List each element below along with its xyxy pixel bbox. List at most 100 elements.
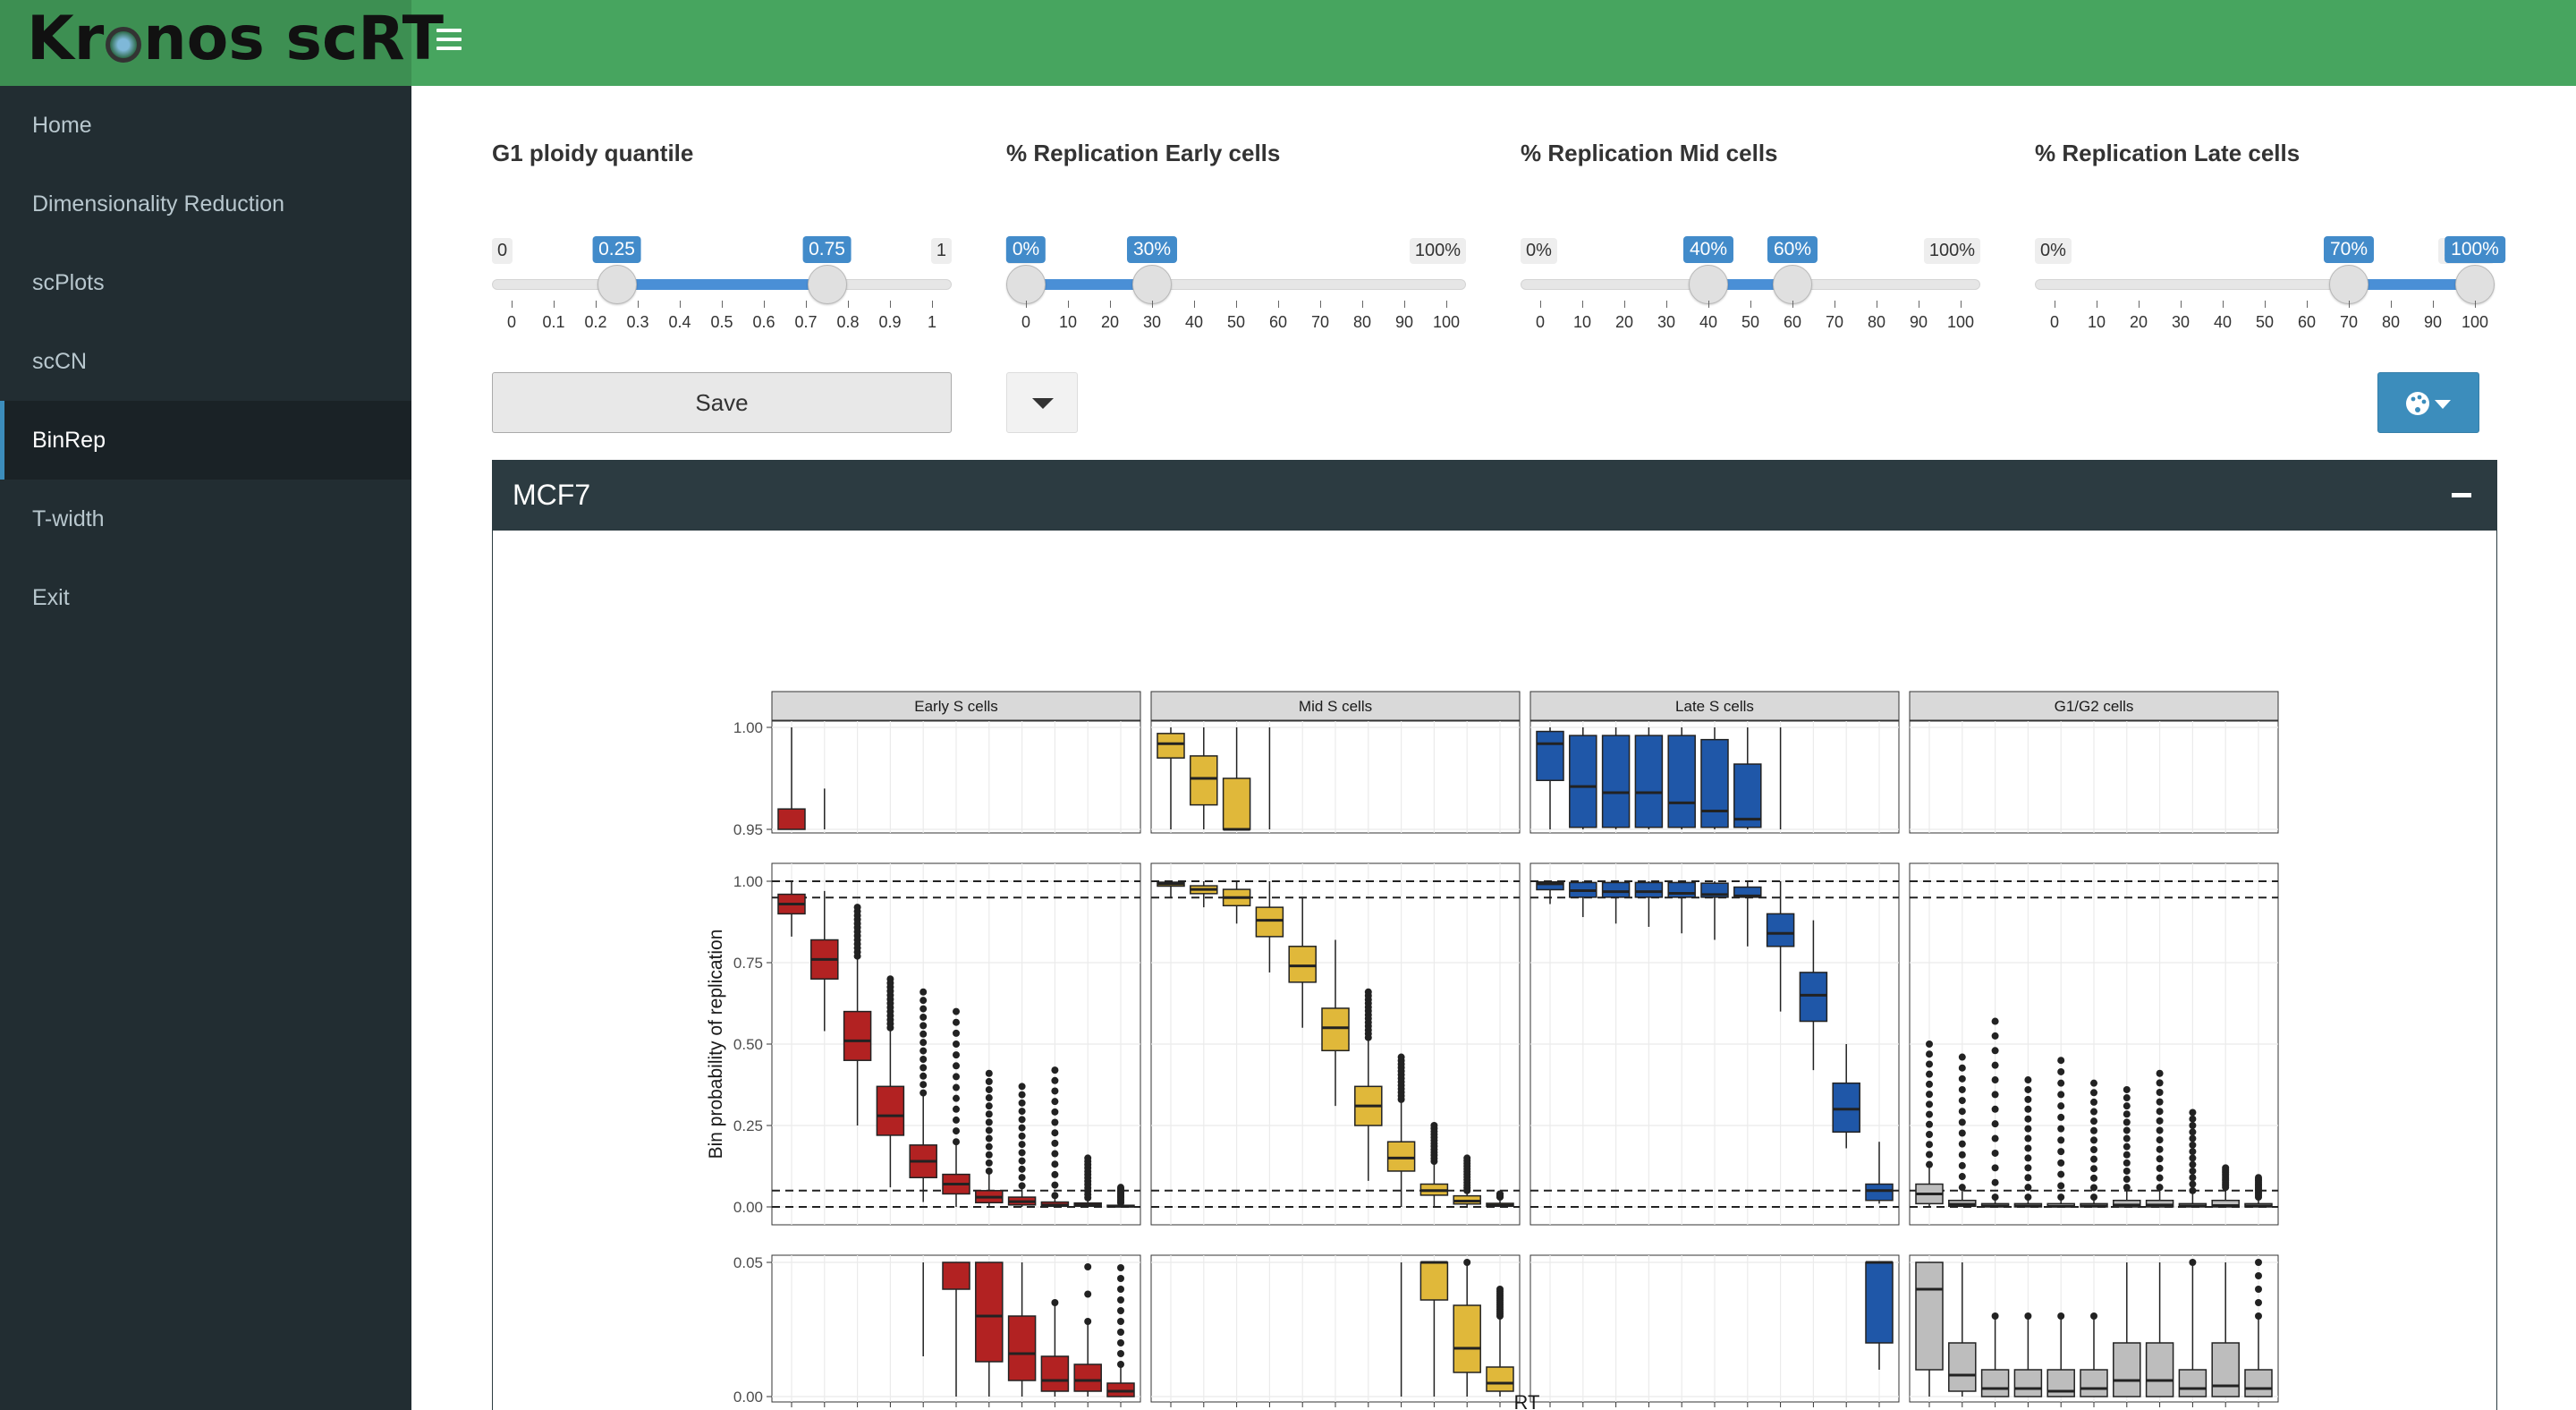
box-body xyxy=(2244,1369,2273,1397)
outlier-point xyxy=(1926,1120,1933,1128)
save-button[interactable]: Save xyxy=(492,372,952,433)
outlier-point xyxy=(1926,1131,1933,1139)
outlier-point xyxy=(1084,1318,1092,1325)
sidebar-item-binrep[interactable]: BinRep xyxy=(0,401,411,480)
box-body xyxy=(1453,1304,1481,1373)
outlier-point xyxy=(2090,1312,2097,1320)
binrep-boxplot: Early S cells Mid S cells Late S cells G1/G… xyxy=(706,691,2279,1410)
box-body xyxy=(2211,1342,2240,1397)
outlier-point xyxy=(1018,1108,1026,1116)
outlier-point xyxy=(2156,1155,2164,1163)
y-tick-label: 0.75 xyxy=(733,955,763,972)
slider-tick xyxy=(2391,301,2392,308)
outlier-point xyxy=(2057,1170,2065,1178)
outlier-point xyxy=(985,1102,993,1110)
slider-tick xyxy=(2307,301,2308,308)
slider-tick xyxy=(2433,301,2434,308)
outlier-point xyxy=(2255,1259,2262,1266)
range-slider-2[interactable]: % Replication Early cells0%100%0%30%0102… xyxy=(1005,140,1471,331)
slider-tick xyxy=(1961,301,1962,308)
dropdown-button[interactable] xyxy=(1006,372,1078,433)
outlier-point xyxy=(2123,1142,2131,1151)
range-slider-1[interactable]: G1 ploidy quantile 0 1 0.25 0.75 0 0.1 0.2 0.3 0.… xyxy=(492,140,957,331)
outlier-point xyxy=(919,1030,928,1038)
slider-low-handle[interactable] xyxy=(1006,265,1046,304)
range-slider-3[interactable]: % Replication Mid cells 0% 100% 40% 60% 0 10 20… xyxy=(1521,140,1986,331)
slider-high-handle[interactable] xyxy=(807,265,847,304)
outlier-point xyxy=(2090,1184,2097,1192)
slider-tick-label: 30 xyxy=(2171,313,2190,331)
slider-tick xyxy=(1362,301,1363,308)
outlier-point xyxy=(2090,1108,2097,1116)
sidebar-item-dimensionality-reduction[interactable]: Dimensionality Reduction xyxy=(0,165,411,243)
outlier-point xyxy=(985,1167,993,1175)
outlier-point xyxy=(1018,1182,1026,1190)
slider-tick-label: 40 xyxy=(2213,313,2233,331)
slider-tick-label: 0.5 xyxy=(710,313,733,331)
range-slider-4[interactable]: % Replication Late cells0%100%70%100%010… xyxy=(2035,140,2505,331)
slider-high-handle[interactable] xyxy=(1132,265,1172,304)
outlier-point xyxy=(1117,1296,1124,1304)
slider-low-handle[interactable] xyxy=(1689,265,1728,304)
slider-high-handle[interactable] xyxy=(1773,265,1812,304)
slider-low-value: 40% xyxy=(1682,236,1734,263)
outlier-point xyxy=(2057,1091,2065,1099)
outlier-point xyxy=(985,1094,993,1102)
outlier-point xyxy=(985,1142,993,1151)
outlier-point xyxy=(1991,1076,1999,1084)
outlier-point xyxy=(853,904,861,912)
slider-tick xyxy=(1026,301,1027,308)
sidebar-item-exit[interactable]: Exit xyxy=(0,558,411,637)
palette-dropdown-button[interactable] xyxy=(2377,372,2479,433)
outlier-point xyxy=(1018,1157,1026,1165)
box-body xyxy=(1222,777,1251,830)
outlier-point xyxy=(1051,1299,1059,1306)
box-body xyxy=(1865,1183,1894,1202)
outlier-point xyxy=(2090,1145,2097,1153)
hamburger-icon[interactable] xyxy=(436,29,462,54)
outlier-point xyxy=(1991,1091,1999,1099)
outlier-point xyxy=(919,997,928,1005)
x-axis-label: RT xyxy=(1514,1391,1540,1410)
outlier-point xyxy=(953,1029,960,1037)
box-body xyxy=(1486,1366,1514,1392)
top-header: Kr nos scRT xyxy=(0,0,2576,86)
slider-tick-label: 30 xyxy=(1657,313,1676,331)
slider-ticks: 0 10 20 30 40 50 60 70 80 90 100 xyxy=(2035,301,2495,336)
slider-tick-label: 90 xyxy=(2423,313,2443,331)
slider-ticks: 0 10 20 30 40 50 60 70 80 90 100 xyxy=(1006,301,1466,336)
outlier-point xyxy=(2189,1128,2197,1136)
slider-tick-label: 10 xyxy=(1058,313,1078,331)
slider-tick xyxy=(1194,301,1195,308)
outlier-point xyxy=(1991,1164,1999,1172)
sidebar-item-t-width[interactable]: T-width xyxy=(0,480,411,558)
outlier-point xyxy=(953,1138,960,1146)
outlier-point xyxy=(2057,1159,2065,1167)
slider-tick-label: 50 xyxy=(2255,313,2275,331)
outlier-point xyxy=(1991,1134,1999,1142)
sidebar-item-home[interactable]: Home xyxy=(0,86,411,165)
slider-tick-label: 0 xyxy=(2049,313,2060,331)
y-tick-label: 0.00 xyxy=(733,1389,763,1406)
sidebar-item-scplots[interactable]: scPlots xyxy=(0,243,411,322)
app-logo[interactable]: Kr nos scRT xyxy=(0,0,444,86)
outlier-point xyxy=(1018,1099,1026,1107)
outlier-point xyxy=(2090,1126,2097,1134)
outlier-point xyxy=(2024,1134,2032,1142)
slider-tick-label: 0 xyxy=(1535,313,1546,331)
outlier-point xyxy=(2123,1176,2131,1184)
outlier-point xyxy=(2123,1184,2131,1192)
outlier-point xyxy=(985,1126,993,1134)
box-body xyxy=(843,1010,872,1061)
slider-high-handle[interactable] xyxy=(2455,265,2495,304)
slider-low-handle[interactable] xyxy=(2329,265,2368,304)
slider-tick-label: 80 xyxy=(1867,313,1886,331)
slider-tick-label: 0.6 xyxy=(752,313,775,331)
outlier-point xyxy=(1991,1105,1999,1113)
outlier-point xyxy=(1958,1161,1966,1169)
outlier-point xyxy=(919,1047,928,1055)
slider-tick-label: 0 xyxy=(506,313,517,331)
outlier-point xyxy=(1117,1184,1124,1192)
sidebar-item-sccn[interactable]: scCN xyxy=(0,322,411,401)
slider-low-handle[interactable] xyxy=(597,265,637,304)
